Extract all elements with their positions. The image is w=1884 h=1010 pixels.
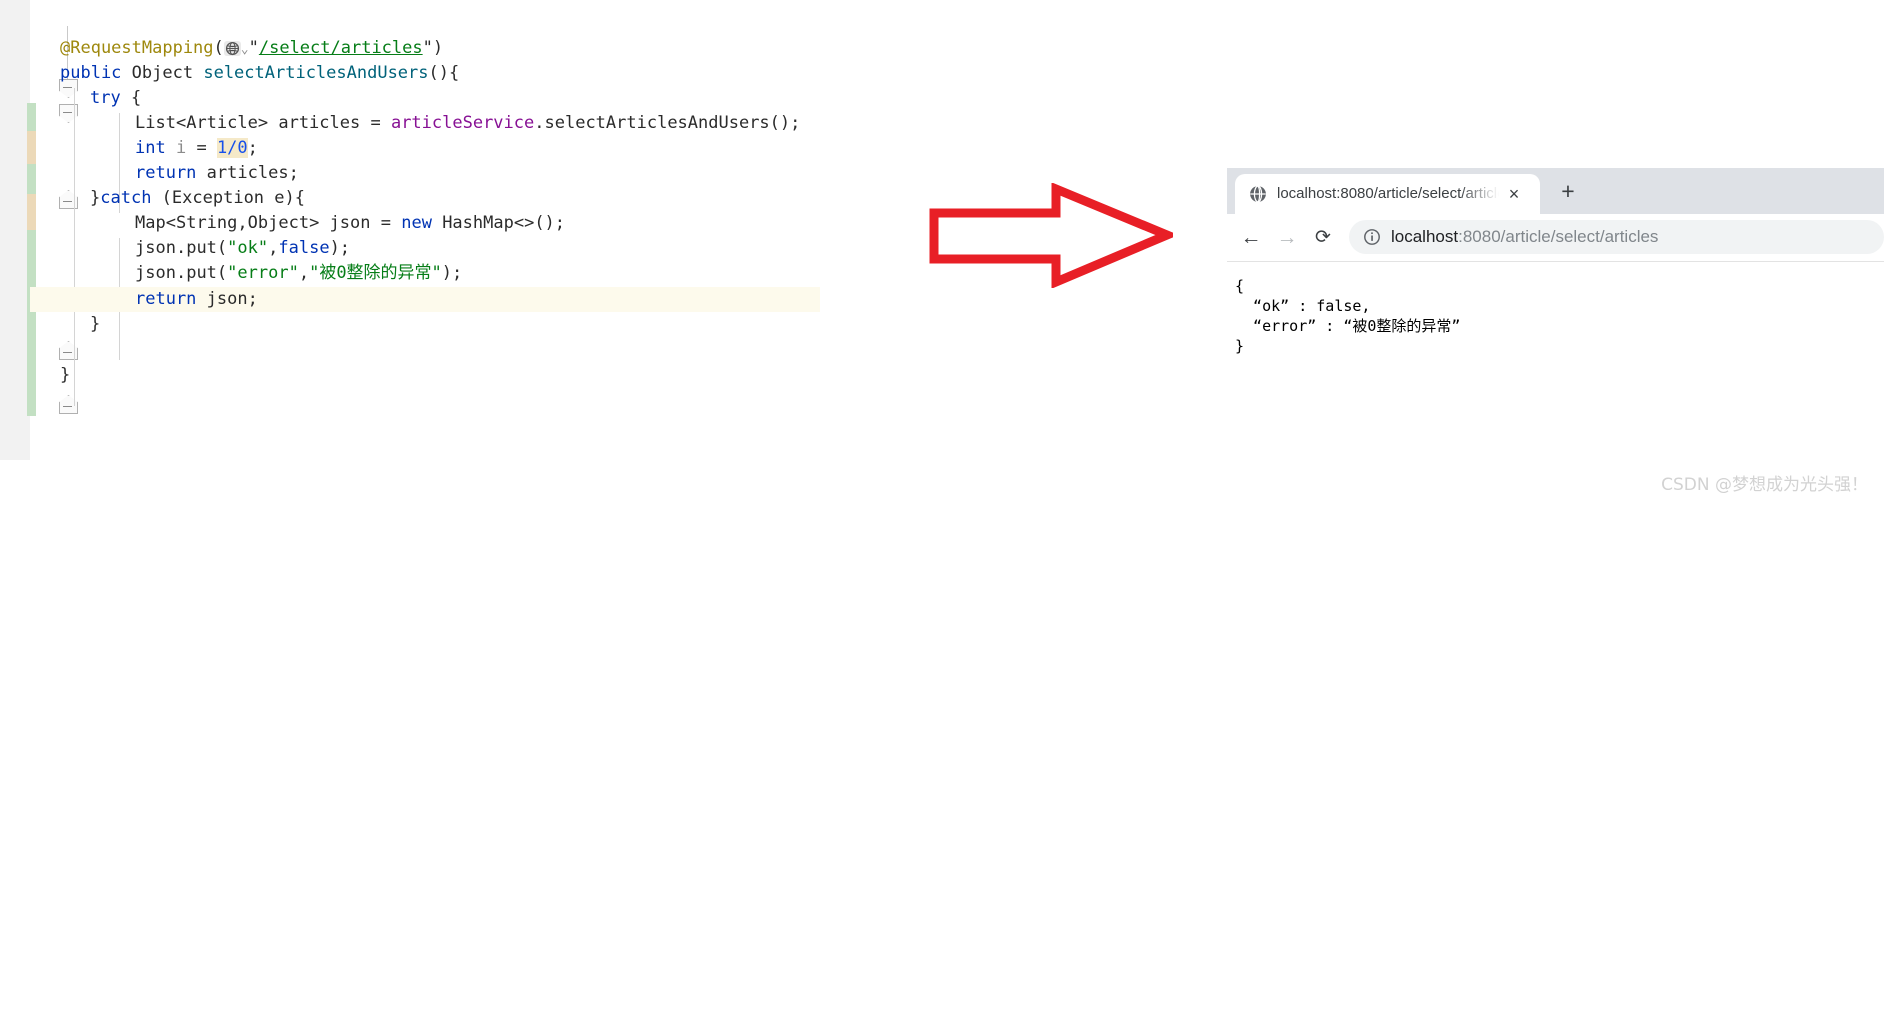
string-ok: "ok" xyxy=(227,238,269,258)
code-line-return-articles[interactable]: return articles; xyxy=(60,161,1075,186)
site-info-icon[interactable] xyxy=(1363,228,1381,246)
right-arrow-annotation xyxy=(928,182,1179,289)
code-line-close-catch[interactable]: } xyxy=(60,312,1030,337)
type-string: String xyxy=(175,213,238,233)
browser-window: localhost:8080/article/select/articles ×… xyxy=(1227,168,1884,505)
back-button[interactable]: ← xyxy=(1237,224,1265,252)
code-line-list-articles[interactable]: List<Article> articles = articleService.… xyxy=(60,111,1075,136)
code-line-method-decl[interactable]: public Object selectArticlesAndUsers(){ xyxy=(60,61,1000,86)
kw-try: try xyxy=(90,88,121,108)
address-bar[interactable]: localhost:8080/article/select/articles xyxy=(1349,220,1884,254)
literal-false: false xyxy=(278,238,330,258)
type-article: Article xyxy=(186,113,258,133)
var-json: json xyxy=(206,289,248,309)
code-line-close-method[interactable]: } xyxy=(60,363,1000,388)
code-line-put-ok[interactable]: json.put("ok",false); xyxy=(60,236,1075,261)
globe-favicon-icon xyxy=(1249,185,1267,203)
type-list: List xyxy=(135,113,176,133)
var-i: i xyxy=(175,138,187,158)
code-editor-text[interactable]: @RequestMapping(⌄"/select/articles") pub… xyxy=(0,0,1000,460)
field-article-service: articleService xyxy=(390,113,535,133)
type-hashmap: HashMap xyxy=(442,213,514,233)
code-line-catch[interactable]: }catch (Exception e){ xyxy=(60,186,1030,211)
var-articles: articles xyxy=(206,163,289,183)
browser-toolbar: ← → ⟳ localhost:8080/article/select/arti… xyxy=(1227,214,1884,262)
code-line-try[interactable]: try { xyxy=(60,86,1030,111)
var-json: json xyxy=(329,213,371,233)
method-put: put xyxy=(186,263,217,283)
code-line-return-json[interactable]: return json; xyxy=(60,287,1075,312)
code-line-annotation[interactable]: @RequestMapping(⌄"/select/articles") xyxy=(60,36,1000,61)
kw-return: return xyxy=(135,163,197,183)
globe-icon[interactable] xyxy=(223,41,241,56)
var-articles: articles xyxy=(278,113,361,133)
kw-return: return xyxy=(135,289,197,309)
kw-new: new xyxy=(401,213,432,233)
expr-divide-by-zero: 1/0 xyxy=(216,138,248,158)
string-error-message: "被0整除的异常" xyxy=(309,263,442,283)
browser-tab-strip: localhost:8080/article/select/articles ×… xyxy=(1227,168,1884,214)
url-path: :8080/article/select/articles xyxy=(1458,227,1659,246)
mapping-path-value[interactable]: /select/articles xyxy=(259,38,423,58)
call-select-articles: selectArticlesAndUsers xyxy=(544,113,770,133)
method-name: selectArticlesAndUsers xyxy=(203,63,429,83)
ide-editor-pane: @RequestMapping(⌄"/select/articles") pub… xyxy=(0,0,1000,505)
address-bar-url: localhost:8080/article/select/articles xyxy=(1391,226,1658,248)
code-line-map-decl[interactable]: Map<String,Object> json = new HashMap<>(… xyxy=(60,211,1075,236)
string-error-key: "error" xyxy=(227,263,299,283)
annotation-name: @RequestMapping xyxy=(60,38,214,58)
browser-tab[interactable]: localhost:8080/article/select/articles × xyxy=(1235,174,1540,214)
kw-int: int xyxy=(135,138,166,158)
method-put: put xyxy=(186,238,217,258)
kw-catch: catch xyxy=(100,188,152,208)
response-body-text: { “ok” : false, “error” : “被0整除的异常” } xyxy=(1227,262,1884,505)
watermark-text: CSDN @梦想成为光头强！ xyxy=(1661,475,1868,495)
code-line-divide-by-zero[interactable]: int i = 1/0; xyxy=(60,136,1075,161)
var-json: json xyxy=(135,263,176,283)
var-json: json xyxy=(135,238,176,258)
code-line-put-error[interactable]: json.put("error","被0整除的异常"); xyxy=(60,261,1075,286)
forward-button[interactable]: → xyxy=(1273,224,1301,252)
type-exception: Exception xyxy=(171,188,265,208)
new-tab-button[interactable]: + xyxy=(1557,180,1579,203)
close-icon[interactable]: × xyxy=(1505,185,1523,203)
type-object: Object xyxy=(247,213,310,233)
arrow-icon xyxy=(929,182,1179,289)
type-map: Map xyxy=(135,213,166,233)
var-e: e xyxy=(274,188,285,208)
url-host: localhost xyxy=(1391,227,1459,246)
chevron-down-icon[interactable]: ⌄ xyxy=(241,42,249,57)
type-object: Object xyxy=(131,63,194,83)
browser-tab-title: localhost:8080/article/select/articles xyxy=(1277,185,1499,202)
reload-button[interactable]: ⟳ xyxy=(1309,224,1337,252)
kw-public: public xyxy=(60,63,122,83)
